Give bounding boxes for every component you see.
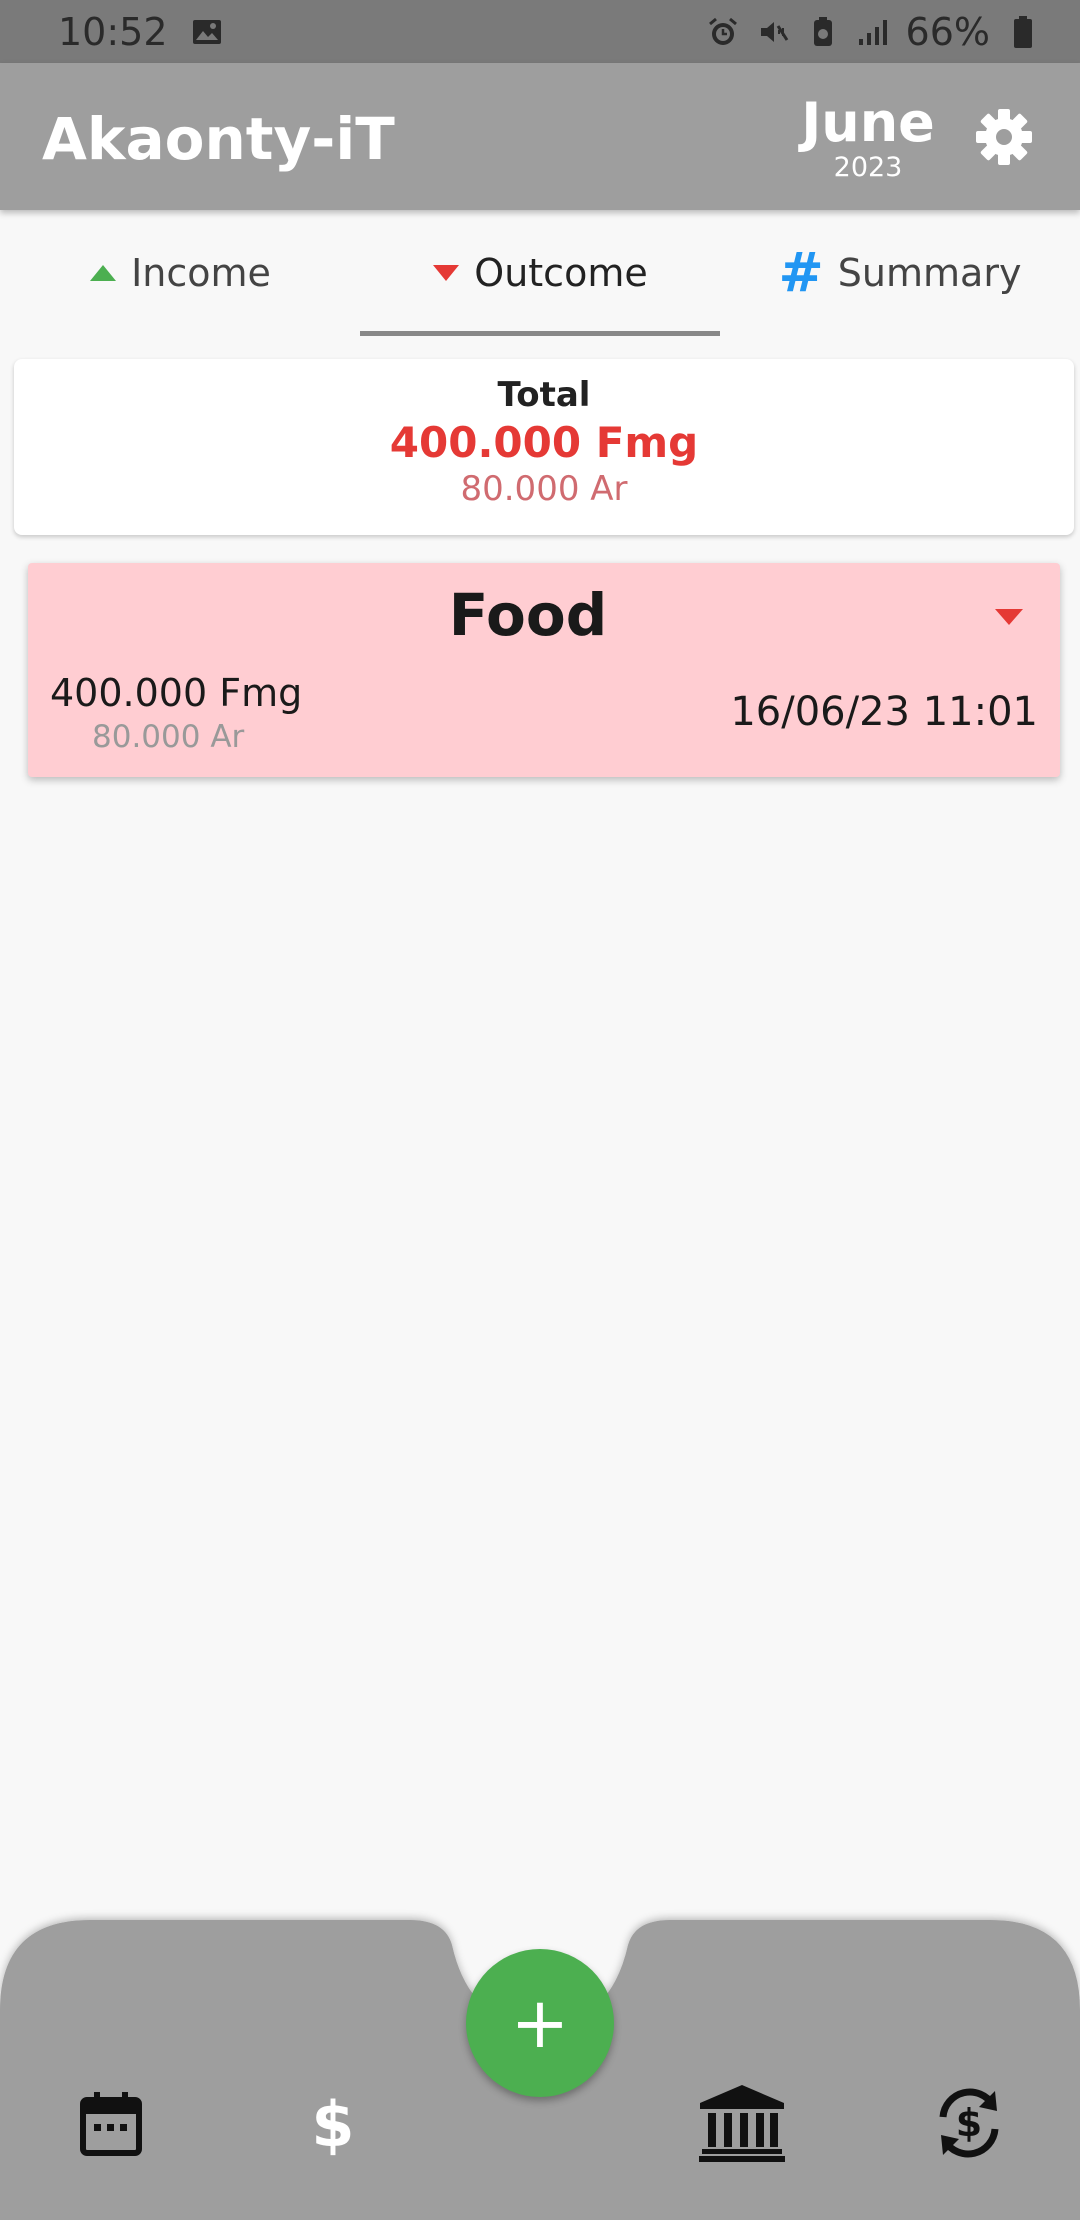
- triangle-down-icon[interactable]: [994, 607, 1024, 627]
- app-bar: Akaonty-iT June 2023: [0, 63, 1080, 210]
- image-icon: [190, 15, 224, 49]
- app-title: Akaonty-iT: [42, 105, 395, 173]
- entry-amount: 400.000 Fmg: [50, 671, 303, 715]
- currency-exchange-button[interactable]: $: [924, 2078, 1014, 2168]
- total-amount: 400.000 Fmg: [389, 418, 699, 467]
- battery-icon: [1006, 15, 1040, 49]
- svg-text:$: $: [311, 2090, 354, 2156]
- signal-icon: [856, 15, 890, 49]
- hash-icon: #: [778, 241, 824, 304]
- status-bar: 10:52 66%: [0, 0, 1080, 63]
- status-time: 10:52: [58, 9, 168, 54]
- add-entry-button[interactable]: +: [466, 1949, 614, 2097]
- svg-text:$: $: [956, 2101, 982, 2145]
- bank-button[interactable]: [697, 2078, 787, 2168]
- battery-percent: 66%: [905, 9, 990, 54]
- triangle-up-icon: [90, 265, 117, 281]
- plus-icon: +: [510, 1982, 570, 2064]
- total-label: Total: [497, 375, 591, 415]
- dollar-icon: $: [311, 2090, 354, 2156]
- tab-summary-label: Summary: [837, 251, 1022, 295]
- alarm-icon: [706, 15, 740, 49]
- entry-date: 16/06/23 11:01: [730, 689, 1038, 735]
- calendar-button[interactable]: [66, 2078, 156, 2168]
- tab-bar: Income Outcome # Summary: [0, 210, 1080, 336]
- entry-category: Food: [448, 581, 608, 649]
- month-selector[interactable]: June 2023: [790, 93, 946, 183]
- triangle-down-icon: [433, 265, 460, 281]
- tab-outcome-label: Outcome: [474, 251, 648, 295]
- tab-summary[interactable]: # Summary: [720, 210, 1080, 336]
- list-item[interactable]: Food 400.000 Fmg 80.000 Ar 16/06/23 11:0…: [28, 563, 1060, 777]
- gear-icon: [976, 109, 1032, 165]
- year-label: 2023: [833, 152, 903, 183]
- currency-exchange-icon: $: [939, 2088, 999, 2158]
- tab-income[interactable]: Income: [0, 210, 360, 336]
- bank-icon: [699, 2085, 785, 2162]
- settings-button[interactable]: [972, 105, 1036, 169]
- entry-secondary-amount: 80.000 Ar: [92, 719, 245, 755]
- total-card: Total 400.000 Fmg 80.000 Ar: [14, 359, 1074, 535]
- tab-income-label: Income: [131, 251, 271, 295]
- tab-outcome[interactable]: Outcome: [360, 210, 720, 336]
- dollar-button[interactable]: $: [288, 2078, 378, 2168]
- vibrate-icon: [756, 15, 790, 49]
- calendar-icon: [80, 2092, 142, 2156]
- month-label: June: [801, 91, 935, 154]
- total-secondary-amount: 80.000 Ar: [460, 469, 628, 509]
- battery-saver-icon: [806, 15, 840, 49]
